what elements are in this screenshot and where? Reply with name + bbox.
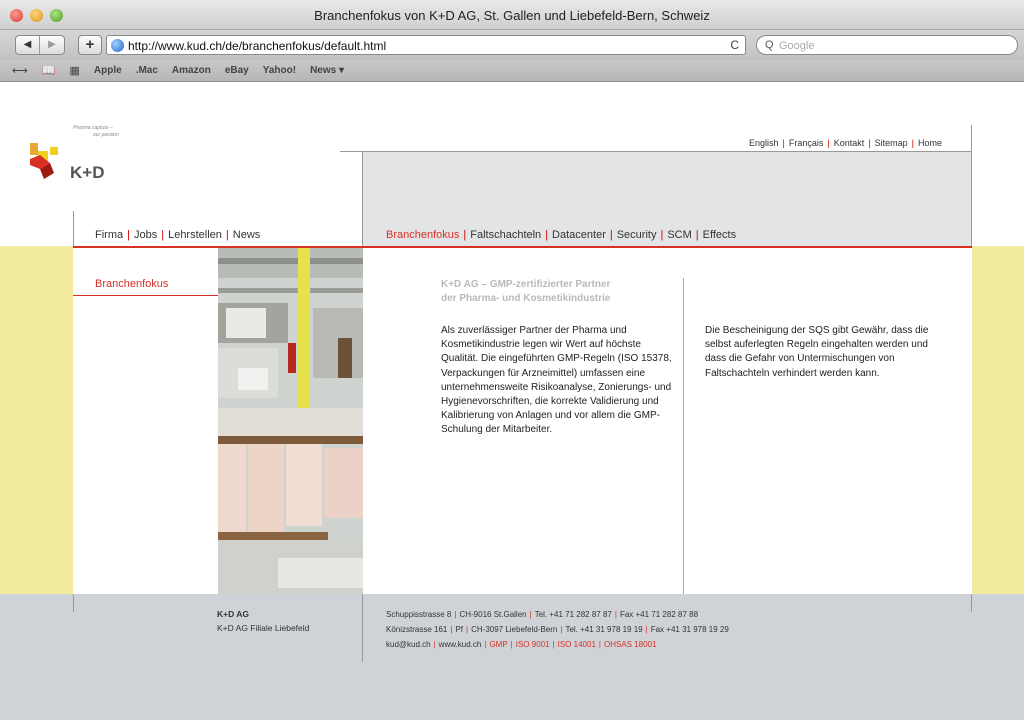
- nav-scm[interactable]: SCM: [667, 229, 691, 241]
- address-bar[interactable]: http://www.kud.ch/de/branchenfokus/defau…: [106, 35, 746, 55]
- company-branch: K+D AG Filiale Liebefeld: [217, 623, 310, 633]
- addr1-city: CH-9016 St.Gallen: [459, 610, 527, 619]
- tagline-line-2: our passion: [93, 132, 119, 138]
- grid-icon[interactable]: ▦: [69, 64, 79, 77]
- globe-icon: [111, 39, 124, 52]
- nav-faltschachteln[interactable]: Faltschachteln: [470, 229, 541, 241]
- company-name: K+D AG: [217, 609, 250, 619]
- brand-name[interactable]: K+D: [70, 163, 104, 183]
- reload-icon[interactable]: C: [730, 38, 739, 52]
- nav-effects[interactable]: Effects: [703, 229, 736, 241]
- footer-left-rule: [73, 594, 74, 612]
- nav-firma[interactable]: Firma: [95, 229, 123, 241]
- paragraph-right: Die Bescheinigung der SQS gibt Gewähr, d…: [705, 325, 929, 379]
- reading-list-icon[interactable]: ⟷: [12, 64, 28, 77]
- footer-website-link[interactable]: www.kud.ch: [439, 640, 482, 649]
- search-input[interactable]: [779, 38, 999, 53]
- heading-line-1: K+D AG – GMP-zertifizierter Partner: [441, 279, 611, 290]
- cert-ohsas-link[interactable]: OHSAS 18001: [604, 640, 656, 649]
- util-francais[interactable]: Français: [789, 138, 824, 148]
- book-icon[interactable]: 📖: [42, 64, 56, 77]
- column-divider: [683, 278, 684, 594]
- web-page: Pharma capture – our passion K+D English…: [0, 83, 1024, 720]
- tagline: Pharma capture – our passion: [73, 125, 119, 139]
- sidebar: [73, 248, 218, 594]
- bookmark-amazon[interactable]: Amazon: [172, 65, 211, 76]
- nav-lehrstellen[interactable]: Lehrstellen: [168, 229, 222, 241]
- addr1-tel: Tel. +41 71 282 87 87: [534, 610, 612, 619]
- bookmarks-bar: ⟷ 📖 ▦ Apple .Mac Amazon eBay Yahoo! News…: [0, 60, 1024, 82]
- window-title: Branchenfokus von K+D AG, St. Gallen und…: [314, 8, 710, 23]
- addr2-fax: Fax +41 31 978 19 29: [650, 625, 729, 634]
- bookmark-news-menu[interactable]: News ▾: [310, 65, 344, 76]
- header-divider: [362, 151, 363, 246]
- header-right-rule: [971, 125, 972, 246]
- search-icon: Q: [765, 39, 774, 51]
- tagline-line-1: Pharma capture –: [73, 125, 113, 131]
- header-rule: [340, 151, 972, 152]
- addr1-street: Schuppisstrasse 8: [386, 610, 452, 619]
- nav-branchenfokus[interactable]: Branchenfokus: [386, 229, 459, 241]
- right-yellow-band: [972, 246, 1024, 594]
- addr1-fax: Fax +41 71 282 87 88: [619, 610, 699, 619]
- nav-jobs[interactable]: Jobs: [134, 229, 157, 241]
- footer-email-link[interactable]: kud@kud.ch: [386, 640, 431, 649]
- footer-address: Schuppisstrasse 8 | CH-9016 St.Gallen | Tel.…: [386, 607, 729, 652]
- back-button[interactable]: ◀: [16, 36, 40, 54]
- browser-toolbar: ◀ ▶ + http://www.kud.ch/de/branchenfokus…: [0, 30, 1024, 60]
- window-titlebar: Branchenfokus von K+D AG, St. Gallen und…: [0, 0, 1024, 30]
- heading-line-2: der Pharma- und Kosmetikindustrie: [441, 293, 611, 304]
- address-line-1: Schuppisstrasse 8 | CH-9016 St.Gallen | Tel.…: [386, 610, 699, 619]
- sidebar-underline: [73, 295, 218, 296]
- util-sitemap[interactable]: Sitemap: [875, 138, 908, 148]
- addr2-city: CH-3097 Liebefeld-Bern: [471, 625, 558, 634]
- cert-iso9001-link[interactable]: ISO 9001: [516, 640, 550, 649]
- warehouse-photo: [218, 248, 363, 594]
- forward-button[interactable]: ▶: [40, 36, 64, 54]
- add-bookmark-button[interactable]: +: [78, 35, 102, 55]
- company-nav: Firma | Jobs | Lehrstellen | News: [95, 229, 261, 241]
- paragraph-left: Als zuverlässiger Partner der Pharma und…: [441, 325, 672, 436]
- footer-company: K+D AG K+D AG Filiale Liebefeld: [217, 607, 309, 635]
- cert-gmp-link[interactable]: GMP: [489, 640, 507, 649]
- bookmark-mac[interactable]: .Mac: [136, 65, 158, 76]
- url-text[interactable]: http://www.kud.ch/de/branchenfokus/defau…: [128, 39, 386, 53]
- sidebar-item-branchenfokus[interactable]: Branchenfokus: [95, 278, 168, 290]
- main-nav: Branchenfokus | Faltschachteln | Datacenter |…: [386, 229, 737, 241]
- addr2-street: Könizstrasse 161: [386, 625, 448, 634]
- addr2-tel: Tel. +41 31 978 19 19: [565, 625, 643, 634]
- left-yellow-band: [0, 246, 73, 594]
- bookmark-ebay[interactable]: eBay: [225, 65, 249, 76]
- util-english[interactable]: English: [749, 138, 779, 148]
- nav-buttons: ◀ ▶: [15, 35, 65, 55]
- utility-nav: English | Français | Kontakt | Sitemap | Home: [749, 138, 942, 148]
- address-line-2: Könizstrasse 161 | Pf | CH-3097 Liebefeld-Be…: [386, 625, 729, 634]
- header-left-rule: [73, 211, 74, 246]
- kd-logo-icon[interactable]: [28, 141, 62, 181]
- util-home[interactable]: Home: [918, 138, 942, 148]
- nav-datacenter[interactable]: Datacenter: [552, 229, 606, 241]
- footer-divider: [362, 594, 363, 662]
- nav-news[interactable]: News: [233, 229, 261, 241]
- search-field[interactable]: Q: [756, 35, 1018, 55]
- nav-security[interactable]: Security: [617, 229, 657, 241]
- cert-iso14001-link[interactable]: ISO 14001: [558, 640, 596, 649]
- util-kontakt[interactable]: Kontakt: [834, 138, 865, 148]
- bookmark-apple[interactable]: Apple: [94, 65, 122, 76]
- address-line-3: kud@kud.ch | www.kud.ch | GMP | ISO 9001 | ISO 1…: [386, 640, 657, 649]
- addr2-pf: Pf: [455, 625, 464, 634]
- footer-right-rule: [971, 594, 972, 612]
- content-heading: K+D AG – GMP-zertifizierter Partner der …: [441, 278, 671, 306]
- bookmark-yahoo[interactable]: Yahoo!: [263, 65, 296, 76]
